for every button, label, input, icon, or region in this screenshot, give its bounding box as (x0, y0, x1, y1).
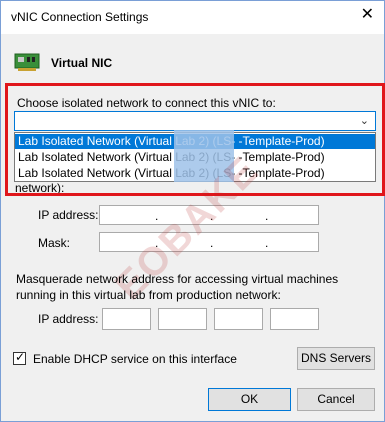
ip-dot: . (265, 209, 269, 223)
masquerade-octet-2[interactable] (158, 308, 207, 330)
masquerade-description: Masquerade network address for accessing… (16, 272, 339, 302)
mask-label: Mask: (38, 236, 71, 250)
masquerade-octet-4[interactable] (270, 308, 319, 330)
window-title: vNIC Connection Settings (11, 10, 149, 24)
masquerade-octet-1[interactable] (102, 308, 151, 330)
network-card-icon (14, 53, 40, 71)
mask-dot: . (210, 236, 214, 250)
ok-button[interactable]: OK (208, 388, 291, 411)
cancel-button[interactable]: Cancel (297, 388, 375, 411)
checkmark-icon: ✓ (15, 350, 26, 364)
dns-servers-button[interactable]: DNS Servers (297, 347, 375, 370)
masquerade-ip-label: IP address: (38, 312, 99, 326)
section-title: Virtual NIC (51, 56, 113, 70)
close-icon[interactable]: ✕ (361, 7, 374, 23)
vnic-connection-dialog: vNIC Connection Settings ✕ Virtual NIC C… (0, 0, 385, 422)
highlight-annotation-box (5, 83, 385, 196)
mask-dot: . (265, 236, 269, 250)
ip-dot: . (155, 209, 159, 223)
masquerade-octet-3[interactable] (214, 308, 263, 330)
dhcp-label[interactable]: Enable DHCP service on this interface (33, 352, 237, 366)
dhcp-checkbox[interactable]: ✓ (13, 350, 26, 365)
ip-address-label: IP address: (38, 208, 99, 222)
title-bar: vNIC Connection Settings ✕ (1, 1, 384, 34)
